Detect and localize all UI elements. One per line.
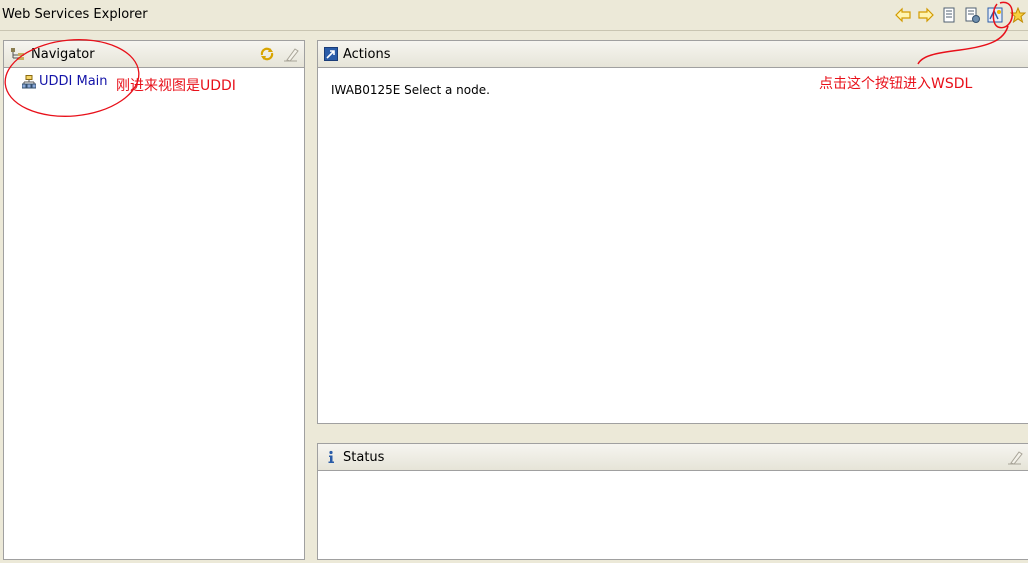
navigator-panel: Navigator UDDI Main [3,40,305,560]
wsdl-icon [987,7,1003,23]
status-message: IWAB0125E Select a node. [331,83,490,97]
actions-panel: Actions IWAB0125E Select a node. [317,40,1028,424]
forward-button[interactable] [916,5,936,25]
navigator-header: Navigator [4,41,304,68]
arrow-left-icon [895,7,911,23]
info-icon [328,450,334,463]
refresh-icon [260,47,274,61]
navigator-toolbar [252,45,300,63]
favorites-button[interactable] [1008,5,1028,25]
actions-title: Actions [343,46,391,62]
annotation-toolbar-note: 点击这个按钮进入WSDL [819,76,973,92]
status-title: Status [343,449,385,465]
star-icon [1010,7,1026,23]
status-panel: Status [317,443,1028,560]
clear-status-button[interactable] [1006,448,1024,466]
annotation-navigator-note: 刚进来视图是UDDI [116,78,236,94]
tree-node-label[interactable]: UDDI Main [39,74,108,89]
wsdl-page-button[interactable] [985,5,1005,25]
document-globe-icon [965,7,980,23]
eraser-icon [1008,451,1023,465]
uddi-page-button[interactable] [939,5,959,25]
actions-icon [324,47,338,61]
app-title: Web Services Explorer [2,7,148,22]
wsil-page-button[interactable] [962,5,982,25]
tree-node-icon [22,74,36,88]
title-bar: Web Services Explorer [0,0,1028,31]
tree-node-uddi-main[interactable]: UDDI Main [22,74,108,89]
actions-header: Actions [318,41,1028,68]
eraser-icon [284,48,299,62]
back-button[interactable] [893,5,913,25]
refresh-button[interactable] [258,45,276,63]
status-toolbar [1000,448,1024,466]
toolbar [890,5,1028,25]
clear-button[interactable] [282,45,300,63]
arrow-right-icon [918,7,934,23]
navigator-icon [11,48,24,60]
navigator-title: Navigator [31,46,95,62]
document-icon [943,7,955,23]
status-header: Status [318,444,1028,471]
